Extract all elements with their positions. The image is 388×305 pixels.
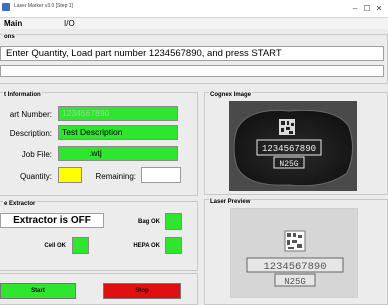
cell-ok-indicator xyxy=(72,237,89,254)
cognex-image-title: Cognex Image xyxy=(209,92,253,98)
close-button[interactable]: ✕ xyxy=(374,2,384,14)
description-field[interactable]: Test Description xyxy=(58,125,178,140)
laser-preview-graphic: 1234567890 N25G xyxy=(246,230,344,287)
laser-code-number: 1234567890 xyxy=(263,261,326,273)
job-file-label: Job File: xyxy=(21,150,52,159)
cognex-datamatrix xyxy=(279,119,295,135)
maximize-button[interactable]: ☐ xyxy=(362,2,372,14)
start-button[interactable]: Start xyxy=(0,283,76,299)
extractor-status-field: Extractor is OFF xyxy=(0,213,104,228)
part-number-field[interactable]: 1234567890 xyxy=(58,106,178,121)
remaining-field xyxy=(141,167,181,183)
menu-bar: Main I/O xyxy=(0,18,388,29)
laser-preview-title: Laser Preview xyxy=(209,199,252,205)
quantity-field[interactable] xyxy=(58,167,82,183)
window-controls: – ☐ ✕ xyxy=(350,2,384,14)
instruction-secondary-field xyxy=(0,65,384,77)
window-title: Laser Marker v3.0 [Step 1] xyxy=(14,3,73,9)
cell-ok-label: Cell OK xyxy=(44,243,66,249)
cognex-code-number: 1234567890 xyxy=(262,144,316,154)
instruction-text-field: Enter Quantity, Load part number 1234567… xyxy=(0,46,384,61)
remaining-label: Remaining: xyxy=(95,172,136,181)
app-icon xyxy=(2,3,10,11)
laser-datamatrix xyxy=(284,230,306,252)
menu-item-io[interactable]: I/O xyxy=(64,19,75,28)
description-label: Description: xyxy=(9,129,52,138)
laser-preview-image: 1234567890 N25G xyxy=(230,208,358,298)
title-bar: Laser Marker v3.0 [Step 1] – ☐ ✕ xyxy=(0,0,388,18)
cognex-camera-image: 1234567890 N25G xyxy=(229,101,357,191)
instructions-title: ons xyxy=(3,34,16,40)
cognex-code-suffix: N25G xyxy=(279,160,298,169)
cognex-part-graphic: 1234567890 N25G xyxy=(233,109,353,187)
stop-button[interactable]: Stop xyxy=(103,283,181,299)
hepa-ok-label: HEPA OK xyxy=(133,243,160,249)
part-information-title: t Information xyxy=(3,92,42,98)
laser-code-suffix: N25G xyxy=(284,277,306,287)
part-number-label: art Number: xyxy=(9,110,52,119)
bag-ok-label: Bag OK xyxy=(137,219,160,225)
quantity-label: Quantity: xyxy=(19,172,52,181)
extractor-title: e Extractor xyxy=(3,201,37,207)
bag-ok-indicator xyxy=(165,213,182,230)
extractor-group: e Extractor xyxy=(0,201,198,271)
menu-item-main[interactable]: Main xyxy=(4,19,22,28)
minimize-button[interactable]: – xyxy=(350,2,360,14)
hepa-ok-indicator xyxy=(165,237,182,254)
job-file-field[interactable]: .wtj xyxy=(58,146,178,161)
